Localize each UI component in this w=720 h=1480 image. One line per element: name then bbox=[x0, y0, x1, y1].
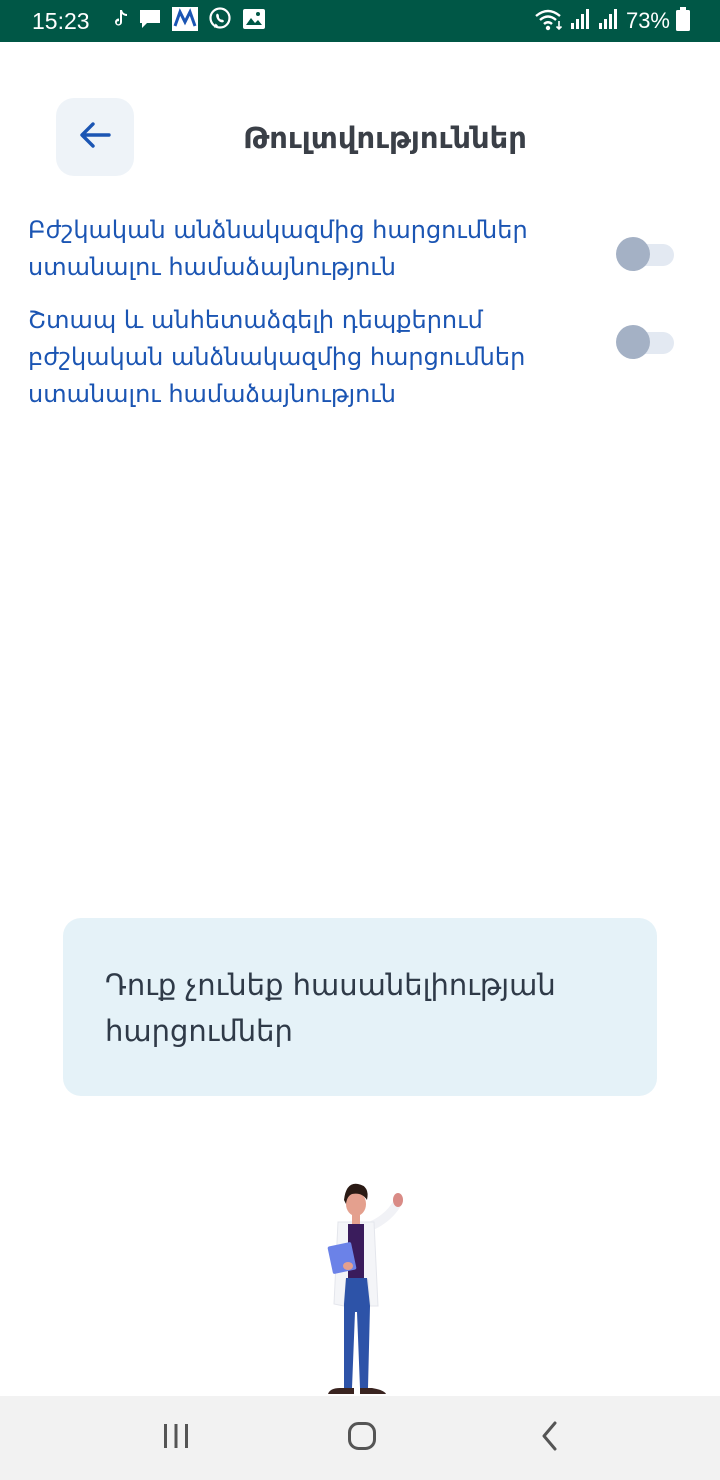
consent-label: Բժշկական անձնակազմից հարցումներ ստանալու… bbox=[28, 216, 528, 281]
consent-toggle[interactable] bbox=[616, 237, 674, 271]
notification-icons bbox=[114, 7, 266, 35]
back-icon bbox=[539, 1421, 561, 1455]
recents-icon bbox=[161, 1423, 191, 1453]
empty-state-text: Դուք չունեք հասանելիության հարցումներ bbox=[105, 968, 556, 1048]
app-icon bbox=[172, 7, 198, 35]
recents-button[interactable] bbox=[152, 1416, 200, 1460]
consent-label: Շտապ և անհետաձգելի դեպքերում բժշկական ան… bbox=[28, 306, 526, 408]
back-button[interactable] bbox=[56, 98, 134, 176]
status-time: 15:23 bbox=[32, 8, 90, 34]
toggle-thumb bbox=[616, 237, 650, 271]
consent-row-emergency-requests: Շտապ և անհետաձգելի դեպքերում բժշկական ան… bbox=[28, 302, 692, 414]
status-bar: 15:23 73% bbox=[0, 0, 720, 42]
message-icon bbox=[138, 8, 162, 34]
home-button[interactable] bbox=[338, 1416, 386, 1460]
wifi-icon bbox=[534, 7, 564, 35]
doctor-illustration bbox=[300, 1176, 440, 1398]
back-nav-button[interactable] bbox=[526, 1416, 574, 1460]
home-icon bbox=[347, 1421, 377, 1455]
page-title: Թուլտվություններ bbox=[243, 121, 527, 155]
empty-state-card: Դուք չունեք հասանելիության հարցումներ bbox=[63, 918, 657, 1096]
arrow-left-icon bbox=[78, 120, 112, 154]
viber-icon bbox=[208, 7, 232, 35]
signal-icon bbox=[598, 8, 620, 34]
battery-icon bbox=[676, 7, 690, 35]
navigation-bar bbox=[0, 1396, 720, 1480]
tiktok-icon bbox=[114, 9, 128, 33]
system-icons: 73% bbox=[534, 7, 690, 35]
consent-row-medical-staff-requests: Բժշկական անձնակազմից հարցումներ ստանալու… bbox=[28, 212, 692, 288]
battery-percentage: 73% bbox=[625, 8, 670, 33]
gallery-icon bbox=[242, 8, 266, 34]
toggle-thumb bbox=[616, 325, 650, 359]
consent-toggle[interactable] bbox=[616, 325, 674, 359]
signal-icon bbox=[570, 8, 592, 34]
